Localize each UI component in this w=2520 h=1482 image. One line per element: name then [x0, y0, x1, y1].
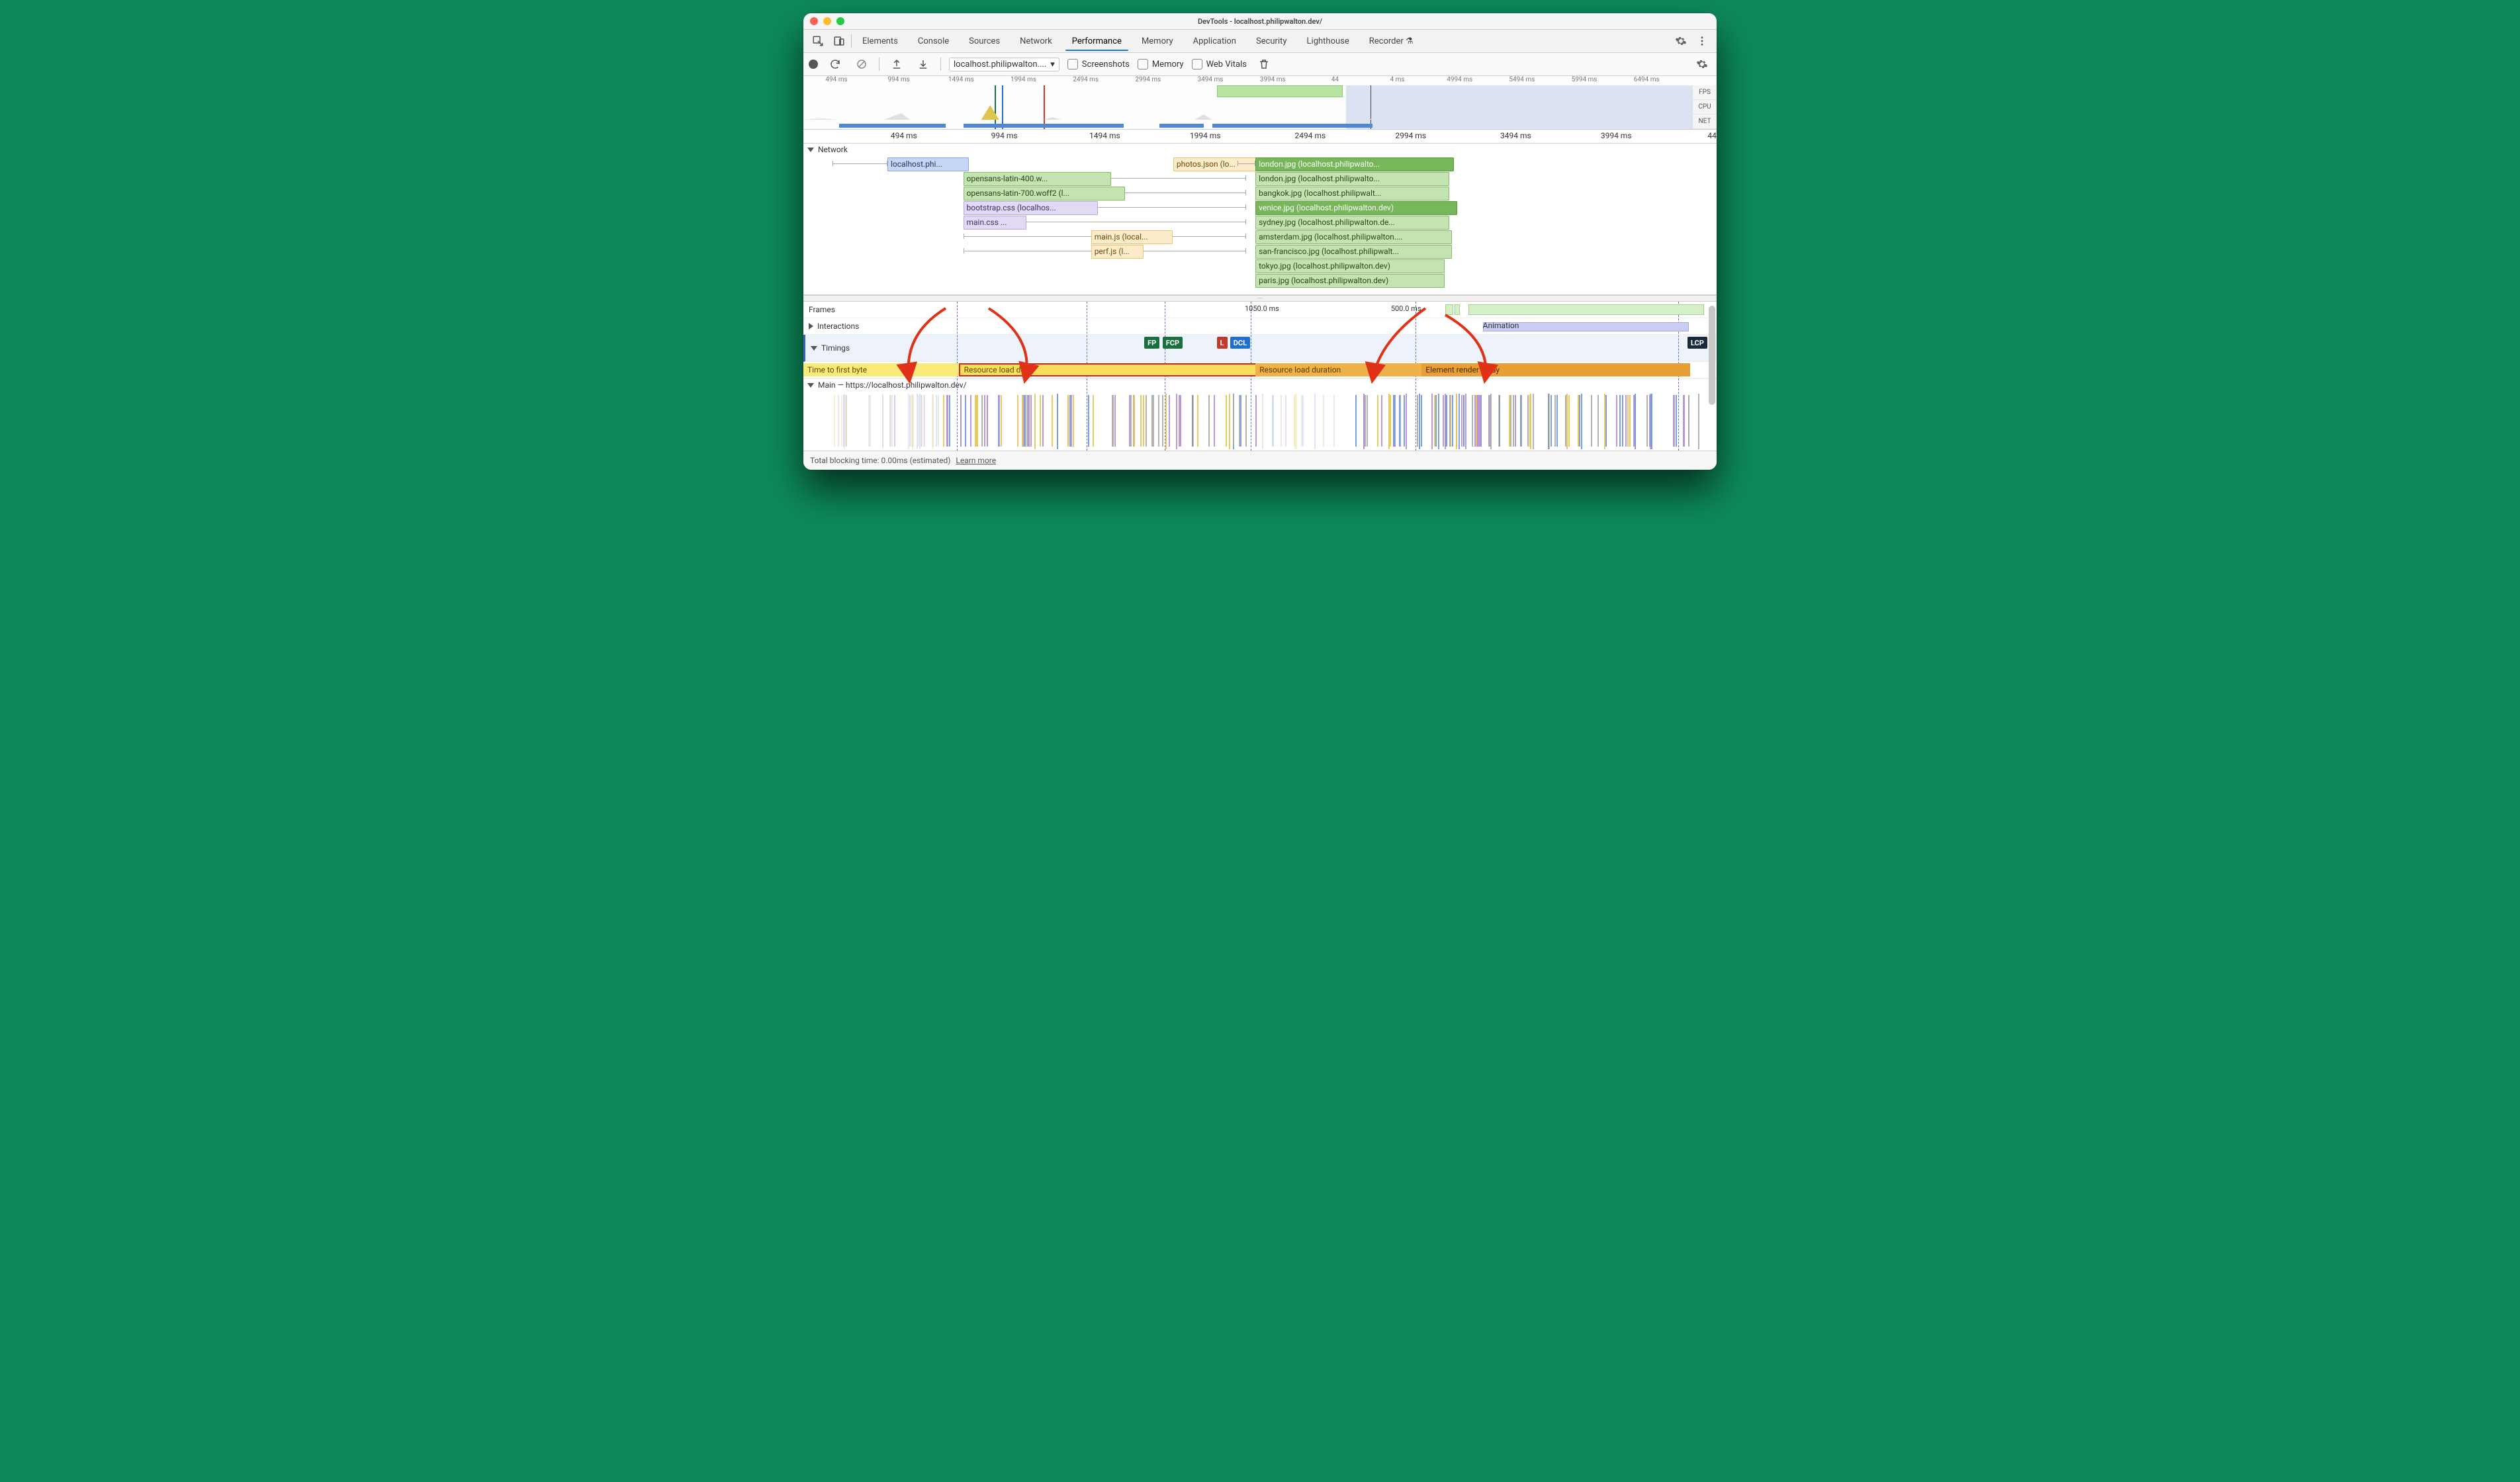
frames-row: Frames 1050.0 ms500.0 ms	[803, 302, 1717, 318]
close-icon[interactable]	[810, 17, 818, 25]
main-thread-header[interactable]: Main — https://localhost.philipwalton.de…	[803, 378, 1717, 391]
lcp-breakdown-row[interactable]: Time to first byteResource load delayRes…	[803, 362, 1717, 378]
timeline-ruler[interactable]: 494 ms994 ms1494 ms1994 ms2494 ms2994 ms…	[803, 130, 1717, 144]
tab-recorder[interactable]: Recorder ⚗	[1361, 32, 1421, 50]
tab-console[interactable]: Console	[910, 32, 957, 50]
titlebar[interactable]: DevTools - localhost.philipwalton.dev/	[803, 13, 1717, 30]
kebab-icon[interactable]	[1693, 32, 1711, 50]
network-request[interactable]: photos.json (lo...	[1173, 157, 1262, 171]
record-button[interactable]	[809, 60, 818, 69]
profile-selector-label: localhost.philipwalton....	[954, 60, 1046, 69]
network-request[interactable]: main.js (local...	[1091, 230, 1173, 244]
network-request[interactable]: sydney.jpg (localhost.philipwalton.de...	[1255, 216, 1449, 230]
network-request[interactable]: opensans-latin-400.w...	[964, 172, 1112, 186]
network-label: Network	[818, 145, 848, 154]
tab-performance[interactable]: Performance	[1064, 32, 1130, 50]
tab-memory[interactable]: Memory	[1134, 32, 1181, 50]
chevron-down-icon	[807, 383, 814, 388]
main-thread-label: Main — https://localhost.philipwalton.de…	[818, 380, 967, 390]
tbt-label: Total blocking time: 0.00ms (estimated)	[810, 456, 950, 465]
reload-icon[interactable]	[826, 55, 844, 73]
network-request[interactable]: tokyo.jpg (localhost.philipwalton.dev)	[1255, 259, 1445, 273]
inspect-icon[interactable]	[809, 32, 827, 50]
tab-security[interactable]: Security	[1248, 32, 1295, 50]
minimize-icon[interactable]	[823, 17, 831, 25]
devtools-window: DevTools - localhost.philipwalton.dev/ E…	[803, 13, 1717, 470]
tab-lighthouse[interactable]: Lighthouse	[1299, 32, 1357, 50]
lcp-delay[interactable]: Resource load delay	[959, 363, 1263, 376]
l-badge[interactable]: L	[1217, 337, 1228, 349]
scrollbar-thumb[interactable]	[1709, 306, 1715, 405]
device-toggle-icon[interactable]	[830, 32, 848, 50]
download-icon[interactable]	[914, 55, 932, 73]
dcl-badge[interactable]: DCL	[1230, 337, 1250, 349]
network-request[interactable]: amsterdam.jpg (localhost.philipwalton...…	[1255, 230, 1452, 244]
tab-network[interactable]: Network	[1012, 32, 1060, 50]
network-request[interactable]: bangkok.jpg (localhost.philipwalt...	[1255, 187, 1449, 200]
network-section-header[interactable]: Network	[803, 144, 1717, 155]
tab-sources[interactable]: Sources	[961, 32, 1008, 50]
network-request[interactable]: main.css ...	[964, 216, 1027, 230]
overview-timeline[interactable]: 494 ms994 ms1494 ms1994 ms2494 ms2994 ms…	[803, 76, 1717, 130]
learn-more-link[interactable]: Learn more	[956, 456, 996, 465]
main-thread-flamechart[interactable]	[803, 391, 1717, 451]
fp-badge[interactable]: FCP	[1163, 337, 1183, 349]
network-request[interactable]: bootstrap.css (localhos...	[964, 201, 1098, 215]
network-request[interactable]: localhost.phi...	[887, 157, 969, 171]
upload-icon[interactable]	[887, 55, 906, 73]
trash-icon[interactable]	[1255, 55, 1273, 73]
network-request[interactable]: paris.jpg (localhost.philipwalton.dev)	[1255, 274, 1445, 288]
lcp-badge[interactable]: LCP	[1688, 337, 1707, 349]
network-waterfall[interactable]: localhost.phi... photos.json (lo...london…	[803, 155, 1717, 295]
settings-icon[interactable]	[1693, 55, 1711, 73]
network-request[interactable]: opensans-latin-700.woff2 (l...	[964, 187, 1126, 200]
lcp-render[interactable]: Element render delay	[1421, 363, 1690, 376]
chevron-down-icon: ▾	[1050, 60, 1055, 69]
interactions-row: Interactions Animation	[803, 318, 1717, 335]
perf-toolbar: localhost.philipwalton.... ▾ Screenshots…	[803, 53, 1717, 76]
profile-selector[interactable]: localhost.philipwalton.... ▾	[949, 58, 1059, 71]
fp-badge[interactable]: FP	[1144, 337, 1159, 349]
lcp-ttfb[interactable]: Time to first byte	[803, 363, 963, 376]
maximize-icon[interactable]	[836, 17, 844, 25]
clear-icon[interactable]	[852, 55, 871, 73]
overview-side-labels: FPSCPUNET	[1692, 85, 1717, 129]
tab-elements[interactable]: Elements	[854, 32, 906, 50]
footer-status: Total blocking time: 0.00ms (estimated) …	[803, 451, 1717, 470]
screenshots-checkbox[interactable]: Screenshots	[1067, 59, 1130, 69]
network-request[interactable]: san-francisco.jpg (localhost.philipwalt.…	[1255, 245, 1452, 259]
window-title: DevTools - localhost.philipwalton.dev/	[1198, 17, 1322, 26]
network-request[interactable]: london.jpg (localhost.philipwalto...	[1255, 157, 1454, 171]
network-request[interactable]: venice.jpg (localhost.philipwalton.dev)	[1255, 201, 1457, 215]
web-vitals-checkbox[interactable]: Web Vitals	[1192, 59, 1247, 69]
panel-tabs: ElementsConsoleSourcesNetworkPerformance…	[803, 30, 1717, 53]
chevron-down-icon	[811, 346, 817, 351]
timings-row: Timings FPFCPLDCLLCP	[803, 335, 1717, 362]
overview-cpu	[803, 105, 1693, 120]
window-controls	[810, 17, 844, 25]
overview-net	[803, 122, 1693, 129]
chevron-right-icon	[809, 323, 813, 329]
tab-application[interactable]: Application	[1185, 32, 1244, 50]
network-request[interactable]: perf.js (l...	[1091, 245, 1144, 259]
network-request[interactable]: london.jpg (localhost.philipwalto...	[1255, 172, 1449, 186]
lcp-dur[interactable]: Resource load duration	[1255, 363, 1425, 376]
settings-icon[interactable]	[1672, 32, 1690, 50]
flamechart-pane[interactable]: Frames 1050.0 ms500.0 ms Interactions An…	[803, 302, 1717, 451]
pane-splitter[interactable]: ⋯	[803, 295, 1717, 302]
chevron-down-icon	[807, 148, 814, 152]
memory-checkbox[interactable]: Memory	[1138, 59, 1184, 69]
